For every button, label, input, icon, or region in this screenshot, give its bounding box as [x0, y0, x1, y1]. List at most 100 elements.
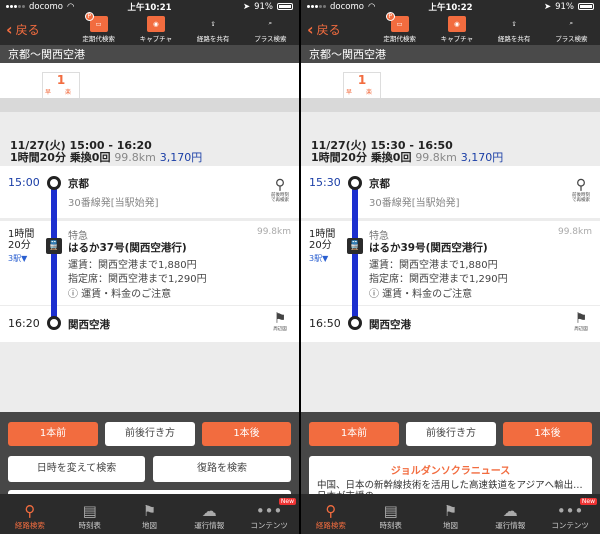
more-icon: ••• [255, 502, 283, 520]
arrival-card[interactable]: 16:50 関西空港 ⚑ 周辺図 [301, 306, 600, 342]
nav-bar: ‹ 戻る P ▭ 定期代検索 ◉ キャプチャ ⇪ 経路を共有 ⌕ プラス検索 [0, 11, 299, 45]
depart-platform: 30番線発[当駅始発] [68, 198, 159, 209]
prev-train-button[interactable]: 1本前 [8, 422, 98, 446]
pass-icon: P ▭ [84, 11, 108, 32]
tab-bar: ⚲ 経路検索 ▤ 時刻表 ⚑ 地図 ☁ 運行情報 New ••• コンテンツ [0, 494, 299, 534]
news-title: ジョルダンソクラニュース [390, 466, 511, 477]
depart-node [348, 176, 362, 190]
route-summary: 11/27(火) 15:00 - 16:20 1時間20分 乗換0回 99.8k… [10, 139, 203, 164]
nearby-map-button[interactable]: ⚑ 周辺図 [570, 312, 592, 333]
back-label: 戻る [15, 22, 40, 37]
train-icon: 🚆 [46, 238, 62, 254]
departure-card[interactable]: 15:00 京都 30番線発[当駅始発] ⚲ 前後時刻で再検索 [0, 166, 299, 218]
share-icon: ⇪ [511, 19, 517, 28]
arrive-node [47, 316, 61, 330]
departure-card[interactable]: 15:30 京都 30番線発[当駅始発] ⚲ 前後時刻で再検索 [301, 166, 600, 218]
map-pin-icon: ⚑ [443, 502, 458, 520]
camera-icon: ◉ [447, 15, 466, 32]
tab-operation-info[interactable]: ☁ 運行情報 [179, 494, 239, 534]
depart-station: 京都 [369, 178, 390, 190]
capture-button[interactable]: ◉ キャプチャ [434, 15, 480, 43]
tab-timetable[interactable]: ▤ 時刻表 [60, 494, 120, 534]
tab-route-1[interactable]: 1 早 楽 [42, 72, 80, 99]
battery-icon [578, 3, 595, 10]
arrive-time: 16:50 [309, 317, 341, 330]
arrive-station: 関西空港 [369, 319, 411, 331]
route-summary: 11/27(火) 15:30 - 16:50 1時間20分 乗換0回 99.8k… [311, 139, 504, 164]
tab-route-search[interactable]: ⚲ 経路検索 [301, 494, 361, 534]
right-screen: docomo ◠ 上午10:22 ➤ 91% ‹ 戻る P ▭ 定期代検索 ◉ … [301, 0, 600, 534]
back-label: 戻る [316, 22, 341, 37]
around-routes-button[interactable]: 前後行き方 [105, 422, 195, 446]
prev-train-button[interactable]: 1本前 [309, 422, 399, 446]
back-button[interactable]: ‹ 戻る [0, 20, 70, 39]
around-routes-button[interactable]: 前後行き方 [406, 422, 496, 446]
share-route-button[interactable]: ⇪ 経路を共有 [491, 16, 537, 43]
action-panel: 1本前 前後行き方 1本後 ジョルダンソクラニュース 中国、日本の新幹線技術を活… [301, 412, 600, 506]
tab-map[interactable]: ⚑ 地図 [421, 494, 481, 534]
result-tabs: 1 早 楽 [0, 63, 299, 99]
search-icon: ⚲ [575, 177, 587, 193]
search-icon: ⚲ [325, 502, 337, 520]
operation-info-icon: ☁ [201, 502, 217, 520]
plus-search-icon: ⌕ [268, 19, 273, 27]
operation-info-icon: ☁ [502, 502, 518, 520]
wifi-icon: ◠ [367, 1, 376, 12]
depart-platform: 30番線発[当駅始発] [369, 198, 460, 209]
depart-node [47, 176, 61, 190]
research-button[interactable]: ⚲ 前後時刻で再検索 [570, 177, 592, 204]
stops-toggle[interactable]: 3駅▼ [309, 253, 328, 264]
fare-notice-link[interactable]: ⓘ 運賃・料金のご注意 [68, 285, 171, 300]
pass-search-button[interactable]: P ▭ 定期代検索 [377, 11, 423, 43]
return-route-button[interactable]: 復路を検索 [153, 456, 291, 482]
tab-route-1[interactable]: 1 早 楽 [343, 72, 381, 99]
search-icon: ⚲ [24, 502, 36, 520]
tab-map[interactable]: ⚑ 地図 [120, 494, 180, 534]
battery-percent: 91% [555, 1, 575, 12]
tab-route-search[interactable]: ⚲ 経路検索 [0, 494, 60, 534]
tab-operation-info[interactable]: ☁ 運行情報 [480, 494, 540, 534]
left-screen: docomo ◠ 上午10:21 ➤ 91% ‹ 戻る P ▭ 定期代検索 ◉ … [0, 0, 299, 534]
battery-icon [277, 3, 294, 10]
new-badge: New [278, 498, 296, 505]
tab-timetable[interactable]: ▤ 時刻表 [361, 494, 421, 534]
research-button[interactable]: ⚲ 前後時刻で再検索 [269, 178, 291, 204]
change-time-button[interactable]: 日時を変えて検索 [8, 456, 145, 482]
arrive-time: 16:20 [8, 317, 40, 330]
train-name: はるか37号(関西空港行) [68, 242, 187, 254]
tab-bar: ⚲ 経路検索 ▤ 時刻表 ⚑ 地図 ☁ 運行情報 New ••• コンテンツ [301, 494, 600, 534]
share-route-button[interactable]: ⇪ 経路を共有 [190, 16, 236, 43]
nearby-map-button[interactable]: ⚑ 周辺図 [269, 312, 291, 333]
route-title: 京都〜関西空港 [301, 45, 600, 63]
timetable-icon: ▤ [383, 502, 398, 520]
train-card: 1時間 20分 3駅▼ 特急 99.8km はるか37号(関西空港行) 運賃：関西… [0, 221, 299, 305]
battery-percent: 91% [254, 1, 274, 12]
status-bar: docomo ◠ 上午10:21 ➤ 91% [0, 0, 299, 13]
chevron-left-icon: ‹ [307, 19, 314, 39]
plus-search-button[interactable]: ⌕ プラス検索 [548, 16, 594, 43]
chevron-left-icon: ‹ [6, 19, 13, 39]
tab-contents[interactable]: New ••• コンテンツ [239, 494, 299, 534]
next-train-button[interactable]: 1本後 [503, 422, 592, 446]
fare-notice-link[interactable]: ⓘ 運賃・料金のご注意 [369, 285, 472, 300]
next-train-button[interactable]: 1本後 [202, 422, 291, 446]
pass-icon: P ▭ [385, 11, 409, 32]
depart-time: 15:30 [309, 176, 341, 189]
arrival-card[interactable]: 16:20 関西空港 ⚑ 周辺図 [0, 306, 299, 342]
result-tabs: 1 早 楽 [301, 63, 600, 99]
status-time: 上午10:21 [127, 2, 172, 13]
stops-toggle[interactable]: 3駅▼ [8, 253, 27, 264]
depart-time: 15:00 [8, 176, 40, 189]
camera-icon: ◉ [146, 15, 165, 32]
signal-icon [307, 5, 326, 8]
map-pin-icon: ⚑ [142, 502, 157, 520]
pass-search-button[interactable]: P ▭ 定期代検索 [76, 11, 122, 43]
action-panel: 1本前 前後行き方 1本後 日時を変えて検索 復路を検索 [0, 412, 299, 500]
capture-button[interactable]: ◉ キャプチャ [133, 15, 179, 43]
carrier-name: docomo [330, 1, 364, 12]
back-button[interactable]: ‹ 戻る [301, 20, 371, 39]
train-icon: 🚆 [347, 238, 363, 254]
tab-contents[interactable]: New ••• コンテンツ [540, 494, 600, 534]
plus-search-button[interactable]: ⌕ プラス検索 [247, 16, 293, 43]
train-card: 1時間 20分 3駅▼ 特急 99.8km はるか39号(関西空港行) 運賃：関西… [301, 221, 600, 305]
